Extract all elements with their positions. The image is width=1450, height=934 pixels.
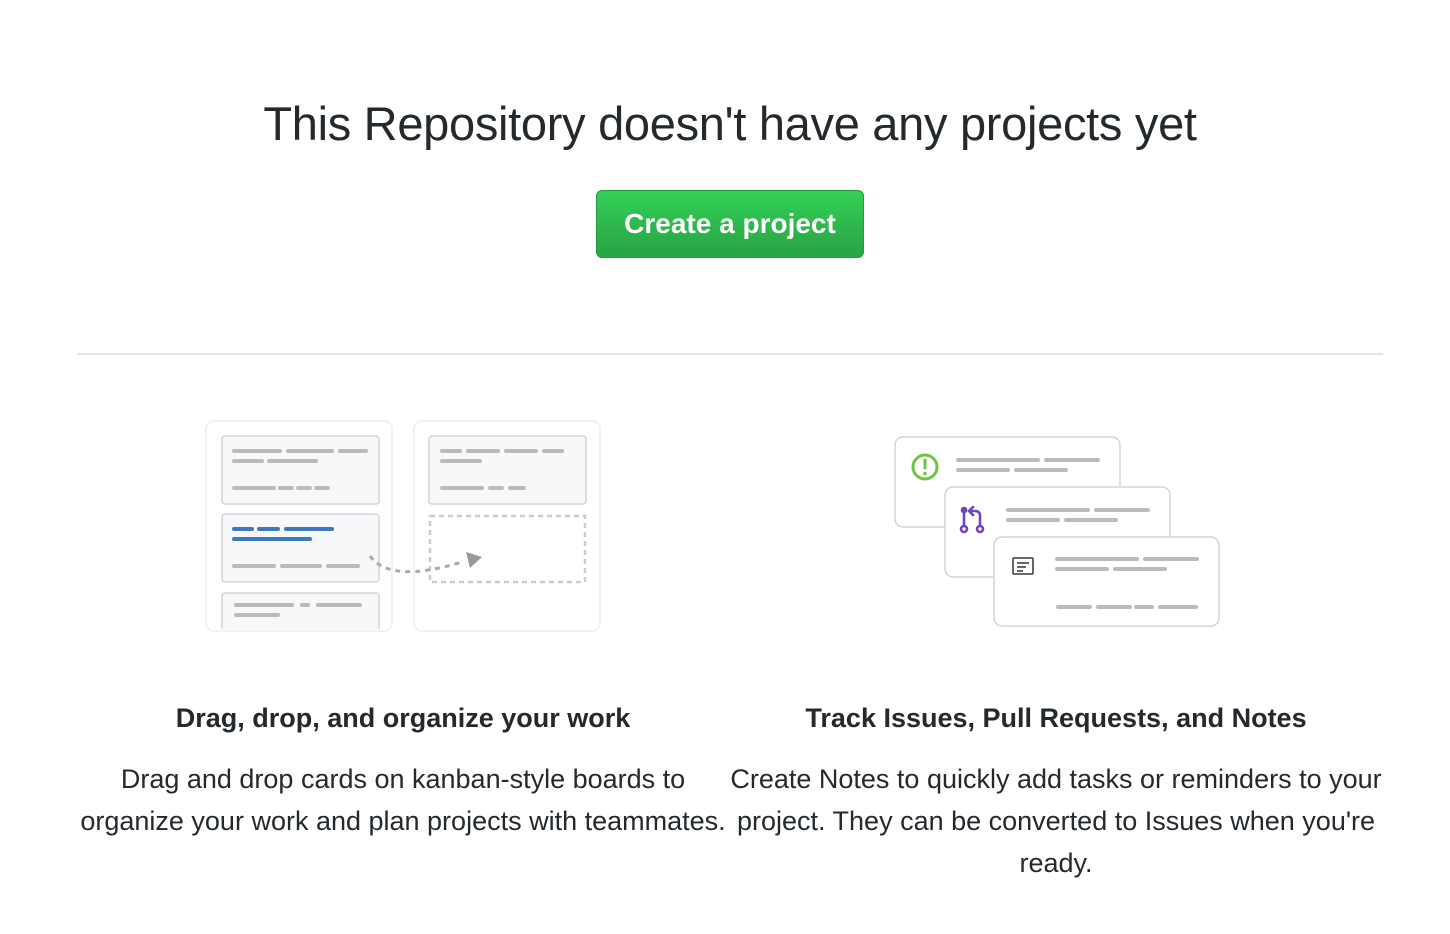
feature-title: Drag, drop, and organize your work xyxy=(175,703,631,733)
kanban-card xyxy=(221,435,380,505)
projects-blankslate: This Repository doesn't have any project… xyxy=(0,0,1450,934)
note-card xyxy=(993,536,1220,627)
create-project-button[interactable]: Create a project xyxy=(596,190,864,258)
feature-kanban: Drag, drop, and organize your work Drag … xyxy=(78,700,728,842)
kanban-card xyxy=(221,592,380,629)
kanban-board-illustration xyxy=(200,416,610,638)
section-divider xyxy=(77,353,1383,355)
cards-illustration xyxy=(890,432,1230,632)
feature-description: Create Notes to quickly add tasks or rem… xyxy=(730,764,1382,878)
feature-track-items: Track Issues, Pull Requests, and Notes C… xyxy=(728,700,1384,884)
feature-title: Track Issues, Pull Requests, and Notes xyxy=(805,703,1307,733)
blankslate-title: This Repository doesn't have any project… xyxy=(263,97,1197,150)
feature-description: Drag and drop cards on kanban-style boar… xyxy=(80,764,726,836)
kanban-card xyxy=(428,435,587,505)
kanban-card-dragged xyxy=(221,513,380,583)
